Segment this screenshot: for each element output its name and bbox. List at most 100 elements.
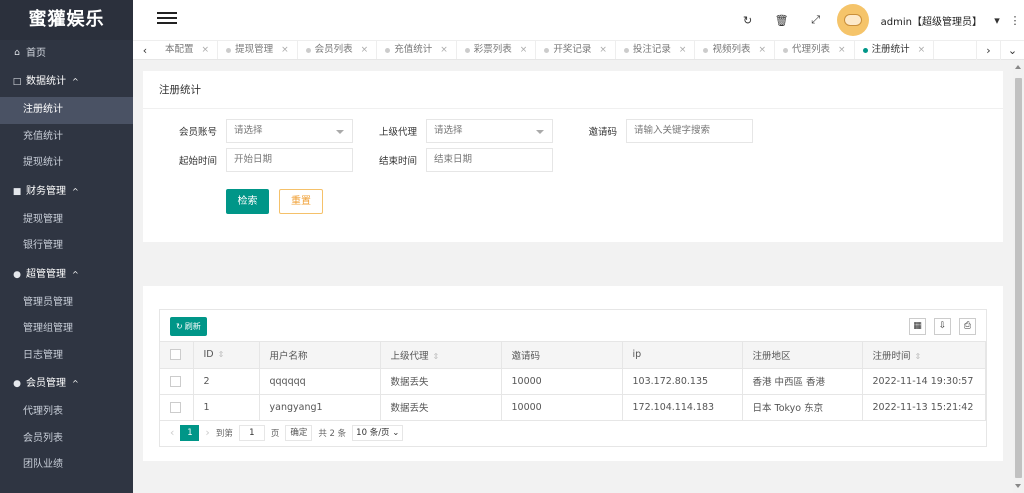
sidebar-item-register-stats[interactable]: 注册统计 <box>0 97 133 124</box>
close-icon[interactable]: × <box>599 41 607 59</box>
end-date-input[interactable]: 结束日期 <box>426 148 553 172</box>
tab-recharge[interactable]: 充值统计 × <box>377 41 457 59</box>
sidebar-item-agent-list[interactable]: 代理列表 <box>0 399 133 426</box>
row-checkbox[interactable] <box>170 401 181 413</box>
goto-page-input[interactable]: 1 <box>238 424 265 441</box>
close-icon[interactable]: × <box>440 41 448 59</box>
table-row[interactable]: 2 qqqqqq 数据丢失 10000 103.172.80.135 香港 中西… <box>160 368 986 395</box>
cell-ip: 172.104.114.183 <box>622 394 743 421</box>
close-icon[interactable]: × <box>758 41 766 59</box>
columns-filter-icon[interactable]: ▦ <box>909 318 926 335</box>
sidebar-item-home[interactable]: ⌂ 首页 <box>0 40 133 67</box>
select-all-checkbox[interactable] <box>170 349 181 361</box>
sidebar-item-withdraw-manage[interactable]: 提现管理 <box>0 207 133 234</box>
refresh-button[interactable]: ↻ 刷新 <box>170 317 207 336</box>
current-page[interactable]: 1 <box>180 424 200 441</box>
col-label: 上级代理 <box>390 350 429 362</box>
tab-draw-records[interactable]: 开奖记录 × <box>536 41 616 59</box>
cell-agent: 数据丢失 <box>380 368 502 395</box>
close-icon[interactable]: × <box>520 41 528 59</box>
next-page-icon[interactable]: › <box>205 426 209 439</box>
select-all-cell[interactable] <box>160 342 194 369</box>
sidebar-group-admin[interactable]: ● 超管管理 ^ <box>0 260 133 290</box>
cell-invite: 10000 <box>501 368 623 395</box>
sidebar-group-stats[interactable]: □ 数据统计 ^ <box>0 67 133 97</box>
avatar[interactable] <box>836 4 869 36</box>
tab-register-stats[interactable]: 注册统计 × <box>855 41 935 59</box>
tab-label: 视频列表 <box>712 44 751 55</box>
close-icon[interactable]: × <box>838 41 846 59</box>
sort-icon[interactable]: ⇕ <box>433 352 440 361</box>
close-icon[interactable]: × <box>281 41 289 59</box>
page-scrollbar[interactable] <box>1013 60 1024 493</box>
sidebar-item-log[interactable]: 日志管理 <box>0 343 133 370</box>
sidebar-item-bank-manage[interactable]: 银行管理 <box>0 233 133 260</box>
pagination: ‹ 1 › 到第 1 页 确定 共 2 条 10 条/页 ⌄ <box>160 421 986 445</box>
bank-icon: ■ <box>12 186 22 197</box>
col-time[interactable]: 注册时间 ⇕ <box>862 342 986 369</box>
invite-input[interactable]: 请输入关键字搜索 <box>626 119 753 143</box>
start-date-input[interactable]: 开始日期 <box>226 148 353 172</box>
sidebar-group-members[interactable]: ● 会员管理 ^ <box>0 369 133 399</box>
row-checkbox-cell[interactable] <box>160 394 194 421</box>
close-icon[interactable]: × <box>202 41 210 59</box>
tab-withdraw[interactable]: 提现管理 × <box>218 41 298 59</box>
close-icon[interactable]: × <box>361 41 369 59</box>
print-icon[interactable]: ⎙ <box>959 318 976 335</box>
chevron-up-icon: ^ <box>72 77 79 86</box>
sidebar-item-member-list[interactable]: 会员列表 <box>0 426 133 453</box>
chevron-down-icon[interactable]: ▾ <box>988 14 1006 27</box>
sidebar-item-admin-group[interactable]: 管理组管理 <box>0 316 133 343</box>
goto-confirm-button[interactable]: 确定 <box>285 424 313 441</box>
agent-select[interactable]: 请选择 <box>426 119 553 143</box>
top-header: ↻ 🗑 ⤢ admin【超级管理员】 ▾ ⋮ <box>133 0 1024 40</box>
export-icon[interactable]: ⇩ <box>934 318 951 335</box>
table-row[interactable]: 1 yangyang1 数据丢失 10000 172.104.114.183 日… <box>160 394 986 421</box>
more-vertical-icon[interactable]: ⋮ <box>1006 14 1024 27</box>
menu-toggle-icon[interactable] <box>157 12 177 28</box>
tab-controls: › ⌄ <box>976 40 1024 60</box>
scrollbar-thumb[interactable] <box>1015 78 1022 478</box>
tab-menu-chevron-icon[interactable]: ⌄ <box>1000 40 1024 60</box>
sidebar-item-admin-manage[interactable]: 管理员管理 <box>0 290 133 317</box>
col-id[interactable]: ID ⇕ <box>193 342 260 369</box>
tab-members[interactable]: 会员列表 × <box>298 41 378 59</box>
sort-icon[interactable]: ⇕ <box>218 350 225 359</box>
prev-page-icon[interactable]: ‹ <box>170 426 174 439</box>
close-icon[interactable]: × <box>679 41 687 59</box>
sidebar-group-finance[interactable]: ■ 财务管理 ^ <box>0 177 133 207</box>
fullscreen-icon[interactable]: ⤢ <box>799 13 833 27</box>
member-select[interactable]: 请选择 <box>226 119 353 143</box>
row-checkbox[interactable] <box>170 375 181 387</box>
tab-scroll-left-icon[interactable]: ‹ <box>133 44 157 57</box>
sidebar-group-label: 会员管理 <box>26 378 66 389</box>
tab-lottery[interactable]: 彩票列表 × <box>457 41 537 59</box>
tab-dot <box>783 47 788 53</box>
sidebar-item-withdraw-stats[interactable]: 提现统计 <box>0 150 133 177</box>
user-name[interactable]: admin【超级管理员】 <box>881 13 982 28</box>
reset-button[interactable]: 重置 <box>279 189 323 214</box>
close-icon[interactable]: × <box>918 41 926 59</box>
tab-label: 本配置 <box>165 44 194 55</box>
scroll-up-icon[interactable] <box>1015 65 1021 69</box>
col-agent[interactable]: 上级代理 ⇕ <box>380 342 502 369</box>
per-page-select[interactable]: 10 条/页 ⌄ <box>352 424 404 441</box>
user-icon: ● <box>13 269 21 280</box>
sidebar-item-label: 首页 <box>26 48 46 59</box>
scroll-down-icon[interactable] <box>1015 484 1021 488</box>
tab-agents[interactable]: 代理列表 × <box>775 41 855 59</box>
trash-icon[interactable]: 🗑 <box>765 14 799 27</box>
invite-placeholder: 请输入关键字搜索 <box>634 125 711 136</box>
row-checkbox-cell[interactable] <box>160 368 194 395</box>
sidebar-item-recharge-stats[interactable]: 充值统计 <box>0 124 133 151</box>
sidebar-item-team[interactable]: 团队业绩 <box>0 452 133 479</box>
tab-bet-records[interactable]: 投注记录 × <box>616 41 696 59</box>
sort-icon[interactable]: ⇕ <box>915 352 922 361</box>
tab-config[interactable]: 本配置 × <box>157 41 219 59</box>
refresh-icon[interactable]: ↻ <box>731 14 765 27</box>
col-label: ip <box>632 349 642 361</box>
search-button[interactable]: 检索 <box>226 189 269 214</box>
sidebar: 蜜獾娱乐 ⌂ 首页 □ 数据统计 ^ 注册统计 充值统计 提现统计 ■ 财务管理… <box>0 0 133 493</box>
tab-videos[interactable]: 视频列表 × <box>695 41 775 59</box>
tab-scroll-right-icon[interactable]: › <box>976 40 1000 60</box>
